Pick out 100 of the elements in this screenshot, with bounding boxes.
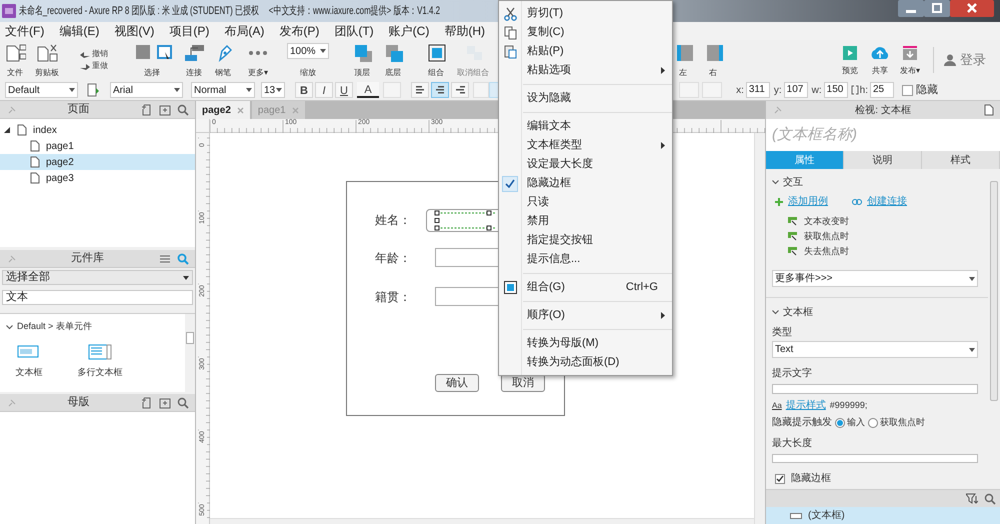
- filter-icon[interactable]: [966, 493, 978, 504]
- menu-item[interactable]: 提示信息...: [499, 250, 672, 269]
- search-icon[interactable]: [177, 104, 189, 116]
- format-painter-icon[interactable]: [86, 83, 100, 97]
- search-icon[interactable]: [177, 252, 189, 264]
- group-header[interactable]: Default > 表单元件: [0, 320, 185, 334]
- radio-option[interactable]: 获取焦点时: [868, 416, 925, 430]
- outline-item[interactable]: (文本框): [766, 507, 1000, 524]
- toolbar-button[interactable]: 连接: [181, 43, 207, 77]
- event-item[interactable]: 获取焦点时: [788, 230, 982, 243]
- menu-item[interactable]: 只读: [499, 193, 672, 212]
- form-button[interactable]: 确认: [435, 374, 479, 392]
- event-item[interactable]: 失去焦点时: [788, 245, 982, 258]
- toolbar-button[interactable]: 左: [671, 43, 695, 77]
- toolbar-button[interactable]: 更多▾: [243, 43, 273, 77]
- menu-item[interactable]: 转换为母版(M): [499, 334, 672, 353]
- weight-dropdown[interactable]: Normal: [191, 82, 255, 98]
- maximize-icon[interactable]: [924, 0, 950, 17]
- align-left-button[interactable]: [411, 82, 429, 98]
- menu-item[interactable]: 隐藏边框: [499, 174, 672, 193]
- input-field[interactable]: 311: [746, 82, 770, 98]
- menu-item[interactable]: 项目(P): [166, 22, 212, 40]
- scrollbar[interactable]: [754, 133, 765, 524]
- toolbar-button[interactable]: 共享: [867, 45, 893, 75]
- search-icon[interactable]: [984, 492, 996, 504]
- text-style-button[interactable]: B: [295, 82, 313, 98]
- menu-item[interactable]: 粘贴选项: [499, 61, 672, 80]
- radio-option[interactable]: 输入: [835, 416, 865, 430]
- menu-item[interactable]: 账户(C): [386, 22, 432, 40]
- menu-item[interactable]: 布局(A): [221, 22, 268, 40]
- redo-button[interactable]: 重做: [80, 62, 114, 70]
- library-dropdown[interactable]: 选择全部: [2, 270, 193, 285]
- toolbar-button[interactable]: 预览: [837, 45, 863, 75]
- input-field[interactable]: 25: [870, 82, 894, 98]
- scrollbar[interactable]: [185, 314, 195, 392]
- font-dropdown[interactable]: Arial: [110, 82, 183, 98]
- collapse-triangle-icon[interactable]: [3, 126, 11, 134]
- widget-item[interactable]: 多行文本框: [72, 344, 128, 380]
- menu-item[interactable]: 复制(C): [499, 23, 672, 42]
- menu-item[interactable]: 帮助(H): [441, 22, 488, 40]
- search-icon[interactable]: [177, 396, 189, 408]
- scrollbar[interactable]: [210, 518, 754, 524]
- menu-item[interactable]: 文本框类型: [499, 136, 672, 155]
- menu-item[interactable]: 发布(P): [276, 22, 322, 40]
- toolbar-button[interactable]: 发布▾: [897, 45, 923, 75]
- toolbar-button[interactable]: 文件: [4, 43, 26, 77]
- checkbox[interactable]: [775, 474, 785, 484]
- input-field[interactable]: 150: [824, 82, 848, 98]
- add-page-icon[interactable]: [141, 396, 153, 408]
- menu-item[interactable]: 设为隐藏: [499, 89, 672, 108]
- menu-item[interactable]: 视图(V): [111, 22, 158, 40]
- tab[interactable]: 样式: [922, 151, 1000, 169]
- add-folder-icon[interactable]: [159, 396, 171, 408]
- menu-item[interactable]: 指定提交按钮: [499, 231, 672, 250]
- align-right-button[interactable]: [451, 82, 469, 98]
- widget-item[interactable]: 文本框: [6, 344, 52, 380]
- toolbar-button[interactable]: 顶层: [349, 43, 375, 77]
- search-field[interactable]: 文本: [2, 290, 193, 305]
- event-item[interactable]: 文本改变时: [788, 215, 982, 228]
- section-header[interactable]: 文本框: [772, 305, 982, 320]
- menu-item[interactable]: 顺序(O): [499, 306, 672, 325]
- align-center-button[interactable]: [431, 82, 449, 98]
- toolbar-button[interactable]: 钢笔: [211, 43, 235, 77]
- text-style-button[interactable]: U: [335, 82, 353, 98]
- size-dropdown[interactable]: 13: [261, 82, 285, 98]
- type-dropdown[interactable]: Text: [772, 341, 978, 358]
- tree-item[interactable]: page3: [0, 170, 195, 186]
- login-button[interactable]: 登录: [944, 50, 986, 70]
- input-field[interactable]: 107: [784, 82, 808, 98]
- minimize-icon[interactable]: [898, 0, 924, 17]
- toolbar-button[interactable]: 组合: [423, 43, 449, 77]
- page-icon[interactable]: [984, 104, 994, 116]
- undo-button[interactable]: 撤销: [80, 50, 114, 58]
- list-menu-icon[interactable]: [159, 252, 171, 264]
- menu-item[interactable]: 团队(T): [331, 22, 377, 40]
- menu-item[interactable]: 编辑(E): [56, 22, 102, 40]
- menu-item[interactable]: 粘贴(P): [499, 42, 672, 61]
- toolbar-button[interactable]: 底层: [380, 43, 406, 77]
- tab[interactable]: 说明: [844, 151, 922, 169]
- tree-item[interactable]: page2: [0, 154, 195, 170]
- menu-item[interactable]: 组合(G) Ctrl+G: [499, 278, 672, 297]
- close-icon[interactable]: [950, 0, 994, 17]
- menu-item[interactable]: 文件(F): [2, 22, 48, 40]
- menu-item[interactable]: 转换为动态面板(D): [499, 353, 672, 372]
- checkbox[interactable]: [902, 84, 913, 96]
- toolbar-button[interactable]: 剪贴板: [30, 43, 64, 77]
- more-events-dropdown[interactable]: 更多事件>>>: [772, 270, 978, 287]
- menu-item[interactable]: 禁用: [499, 212, 672, 231]
- input-field[interactable]: [772, 454, 978, 464]
- lock-ratio-icon[interactable]: [850, 85, 859, 95]
- text-style-button[interactable]: I: [315, 82, 333, 98]
- add-page-icon[interactable]: [141, 104, 153, 116]
- section-header[interactable]: 交互: [772, 175, 982, 189]
- menu-item[interactable]: 剪切(T): [499, 4, 672, 23]
- font-color-button[interactable]: A: [357, 82, 379, 98]
- tree-item[interactable]: index: [0, 122, 195, 138]
- tree-item[interactable]: page1: [0, 138, 195, 154]
- toolbar-button[interactable]: 选择: [128, 43, 176, 77]
- add-folder-icon[interactable]: [159, 104, 171, 116]
- toolbar-button[interactable]: 100% 缩放: [287, 43, 329, 77]
